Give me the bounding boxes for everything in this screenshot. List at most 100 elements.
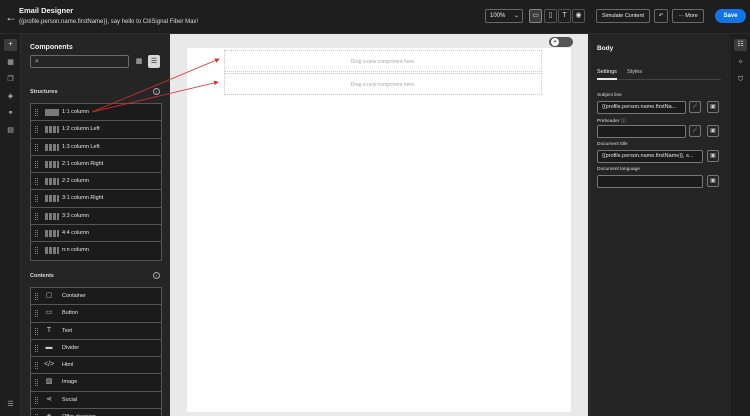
magic-wand-icon[interactable]: ✧ — [734, 57, 747, 69]
divider-icon: ▬ — [45, 343, 53, 351]
structure-item[interactable]: 4:4 column — [31, 225, 161, 243]
drag-handle-icon[interactable] — [35, 109, 38, 116]
tab-styles[interactable]: Styles — [627, 69, 642, 75]
list-view-icon[interactable]: ☰ — [148, 55, 160, 68]
content-item[interactable]: ⋖ Social — [31, 391, 161, 410]
structure-item-label: 4:4 column — [62, 230, 89, 237]
structure-item[interactable]: 3:3 column — [31, 207, 161, 226]
theme-toggle[interactable]: ☀ — [549, 37, 573, 47]
drag-handle-icon[interactable] — [35, 327, 38, 335]
content-item[interactable]: ▬ Divider — [31, 339, 161, 358]
content-item[interactable]: ▭ Button — [31, 305, 161, 323]
grid-view-icon[interactable]: ▦ — [133, 55, 145, 68]
page-title: Email Designer — [19, 6, 74, 15]
undo-icon[interactable]: ↶ — [654, 9, 668, 23]
subject-line-field[interactable]: {{profile.person.name.firstNa... — [597, 101, 686, 114]
column-layout-icon — [45, 109, 59, 116]
drag-handle-icon[interactable] — [35, 178, 38, 186]
more-button[interactable]: ··· More — [672, 9, 704, 23]
text-view-icon[interactable]: T — [558, 9, 571, 23]
drag-handle-icon[interactable] — [35, 247, 38, 255]
content-item[interactable]: T Text — [31, 322, 161, 340]
document-language-asset-icon[interactable]: ▣ — [707, 175, 719, 187]
content-item-label: Container — [62, 293, 86, 299]
content-item-label: Text — [62, 327, 73, 334]
document-language-field[interactable] — [597, 175, 703, 188]
simulate-content-button[interactable]: Simulate Content — [596, 9, 650, 23]
add-components-icon[interactable]: + — [4, 39, 17, 51]
top-header: ← Email Designer {{profile.person.name.f… — [0, 0, 750, 34]
document-language-label: Document language — [597, 167, 640, 172]
drag-handle-icon[interactable] — [35, 293, 38, 300]
drag-handle-icon[interactable] — [35, 126, 38, 134]
column-layout-icon — [45, 126, 59, 134]
preheader-asset-icon[interactable]: ▣ — [707, 125, 719, 137]
drag-handle-icon[interactable] — [35, 396, 38, 404]
drag-handle-icon[interactable] — [35, 212, 38, 220]
drag-handle-icon[interactable] — [35, 195, 38, 203]
drag-handle-icon[interactable] — [35, 362, 38, 370]
drag-handle-icon[interactable] — [35, 230, 38, 238]
content-item-label: Button — [62, 310, 78, 317]
content-item[interactable]: ▨ Image — [31, 374, 161, 392]
asset-picker-icon[interactable]: ▣ — [707, 101, 719, 113]
content-item[interactable]: </> Html — [31, 357, 161, 375]
drag-handle-icon[interactable] — [35, 160, 38, 168]
structure-item-label: 1:2 column Left — [62, 126, 100, 133]
drag-handle-icon[interactable] — [35, 379, 38, 387]
layers-icon[interactable]: ◈ — [4, 91, 17, 103]
structure-item-label: n:n column — [62, 247, 89, 254]
structure-item[interactable]: 2:1 column Right — [31, 155, 161, 174]
dropzone-2[interactable]: Drag a new component here. — [224, 73, 542, 95]
personalize-icon[interactable]: ⟋ — [689, 101, 701, 113]
drag-handle-icon[interactable] — [35, 143, 38, 151]
desktop-view-icon[interactable]: ▭ — [529, 9, 542, 23]
properties-panel: Body Settings Styles Subject line {{prof… — [589, 34, 728, 416]
text-icon: T — [46, 326, 52, 334]
preview-eye-icon[interactable]: ◉ — [572, 9, 585, 23]
mobile-view-icon[interactable]: ▯ — [544, 9, 557, 23]
properties-sliders-icon[interactable]: ☷ — [734, 39, 747, 51]
structure-item[interactable]: 3:1 column Right — [31, 190, 161, 208]
zoom-value: 100% — [490, 13, 506, 19]
document-title-asset-icon[interactable]: ▣ — [707, 150, 719, 162]
structure-item[interactable]: 1:1 column — [31, 104, 161, 122]
structure-item[interactable]: 1:2 column Left — [31, 121, 161, 139]
preheader-info-icon[interactable]: ⓘ — [621, 119, 626, 124]
column-layout-icon — [45, 195, 59, 203]
email-body[interactable]: Drag a new component here. Drag a new co… — [187, 48, 571, 412]
drag-handle-icon[interactable] — [35, 344, 38, 352]
drag-handle-icon[interactable] — [35, 310, 38, 318]
settings-sliders-icon[interactable]: ☰ — [4, 399, 17, 411]
component-search-input[interactable]: ⌕ — [30, 55, 129, 68]
email-subject-subtitle: {{profile.person.name.firstName}}, say h… — [19, 19, 199, 25]
structures-info-icon[interactable]: i — [153, 88, 160, 95]
layout-grid-icon[interactable]: ▦ — [4, 57, 17, 69]
content-item[interactable]: ▢ Container — [31, 288, 161, 306]
content-item-label: Html — [62, 362, 74, 369]
email-designer-app: ← Email Designer {{profile.person.name.f… — [0, 0, 750, 416]
link-icon[interactable]: ⚭ — [4, 108, 17, 120]
validation-icon[interactable]: ⛉ — [734, 74, 747, 86]
content-item-label: Image — [62, 379, 78, 386]
preheader-personalize-icon[interactable]: ⟋ — [689, 125, 701, 137]
document-title-label: Document title — [597, 142, 628, 147]
contents-info-icon[interactable]: i — [153, 272, 160, 279]
fragments-icon[interactable]: ❐ — [4, 74, 17, 86]
tab-settings[interactable]: Settings — [597, 69, 617, 75]
contents-list: ▢ Container ▭ Button T Text ▬ Divider </> Html ▨ Im… — [30, 287, 162, 416]
document-title-field[interactable]: {{profile.person.name.firstName}}, s... — [597, 150, 703, 163]
content-item[interactable]: ◈ Offer decision — [31, 409, 161, 416]
structure-item[interactable]: n:n column — [31, 242, 161, 260]
structure-item[interactable]: 1:3 column Left — [31, 138, 161, 156]
preheader-field[interactable] — [597, 125, 686, 138]
dropzone-1[interactable]: Drag a new component here. — [224, 50, 542, 72]
column-layout-icon — [45, 212, 59, 220]
content-item-label: Social — [62, 396, 77, 403]
structure-item[interactable]: 2:2 column — [31, 173, 161, 191]
back-arrow-icon[interactable]: ← — [4, 10, 18, 24]
zoom-select[interactable]: 100% ⌄ — [485, 9, 523, 23]
save-button[interactable]: Save — [715, 9, 746, 23]
assets-icon[interactable]: ▤ — [4, 125, 17, 137]
preheader-label: Preheader ⓘ — [597, 117, 626, 124]
